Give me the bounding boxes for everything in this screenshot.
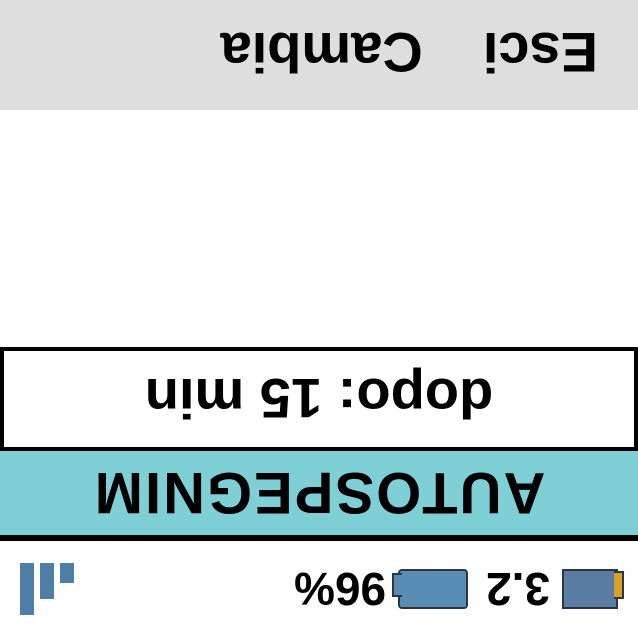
- setting-value-text: dopo: 15 min: [145, 367, 493, 432]
- softkey-right-label: Cambia: [221, 22, 423, 85]
- memory-value: 3.2: [486, 562, 550, 616]
- softkey-bar: Esci Cambia: [0, 0, 638, 110]
- softkey-left-label: Esci: [483, 22, 598, 85]
- signal-icon: [20, 563, 74, 615]
- memory-card-icon: [562, 569, 618, 609]
- menu-title-text: AUTOSPEGNIM: [93, 460, 546, 527]
- battery-icon: [398, 569, 468, 609]
- menu-title: AUTOSPEGNIM: [0, 447, 638, 539]
- memory-status: 3.2: [486, 562, 618, 616]
- battery-value: 96%: [294, 562, 386, 616]
- setting-value-row[interactable]: dopo: 15 min: [0, 347, 638, 447]
- status-bar: 3.2 96%: [0, 539, 638, 637]
- battery-status: 96%: [294, 562, 468, 616]
- content-area: [0, 110, 638, 347]
- softkey-left-exit[interactable]: Esci: [483, 21, 598, 86]
- softkey-right-change[interactable]: Cambia: [221, 21, 423, 86]
- device-screen: 3.2 96% AUTOSPEGNIM dopo: 15 min Esci Ca…: [0, 0, 638, 637]
